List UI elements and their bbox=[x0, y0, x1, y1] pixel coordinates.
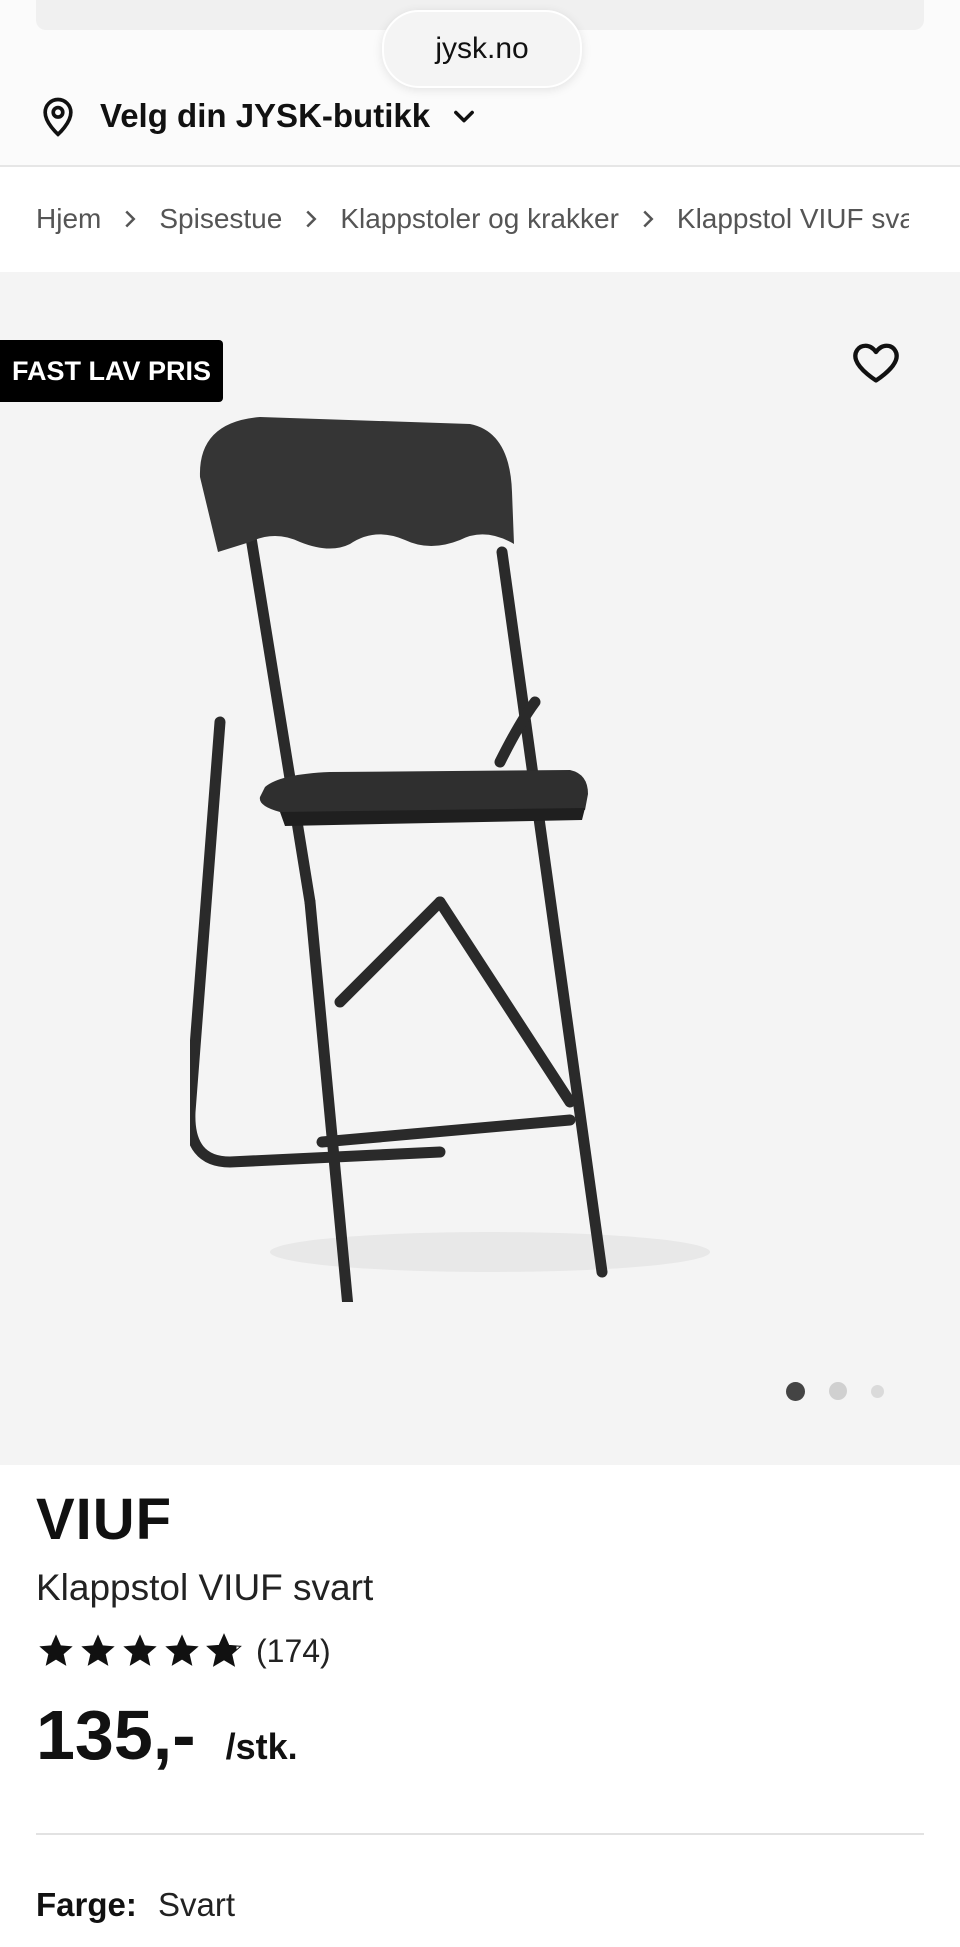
breadcrumb-item-current: Klappstol VIUF svart bbox=[676, 203, 909, 234]
map-pin-icon bbox=[43, 97, 73, 137]
product-image bbox=[190, 417, 710, 1302]
product-gallery[interactable]: FAST LAV PRIS bbox=[0, 272, 960, 1465]
color-value: Svart bbox=[158, 1886, 236, 1923]
store-selector-label: Velg din JYSK-butikk bbox=[100, 97, 431, 134]
chevron-right-icon bbox=[125, 210, 136, 228]
color-option: Farge: Svart bbox=[36, 1886, 235, 1924]
star-icon bbox=[123, 1634, 157, 1666]
star-icon bbox=[81, 1634, 115, 1666]
price-badge: FAST LAV PRIS bbox=[0, 340, 223, 402]
top-header: jysk.no Velg din JYSK-butikk bbox=[0, 0, 960, 167]
carousel-dot-3[interactable] bbox=[871, 1384, 884, 1398]
url-pill[interactable]: jysk.no bbox=[382, 10, 582, 88]
breadcrumb-item-home[interactable]: Hjem bbox=[36, 203, 101, 235]
rating-stars bbox=[36, 1631, 246, 1671]
star-icon bbox=[165, 1634, 199, 1666]
product-price: 135,- /stk. bbox=[36, 1695, 298, 1775]
chevron-down-icon bbox=[454, 110, 474, 123]
price-unit: /stk. bbox=[225, 1726, 298, 1767]
price-amount: 135,- bbox=[36, 1696, 196, 1774]
product-name: Klappstol VIUF svart bbox=[36, 1567, 374, 1608]
breadcrumb-item-dining[interactable]: Spisestue bbox=[159, 203, 282, 235]
chevron-right-icon bbox=[306, 210, 317, 228]
store-selector[interactable]: Velg din JYSK-butikk bbox=[36, 88, 478, 144]
breadcrumb-item-folding-chairs[interactable]: Klappstoler og krakker bbox=[340, 203, 619, 235]
carousel-dot-1[interactable] bbox=[786, 1381, 805, 1401]
breadcrumb: Hjem Spisestue Klappstoler og krakker Kl… bbox=[36, 190, 924, 248]
star-icon bbox=[206, 1633, 242, 1667]
product-brand: VIUF bbox=[36, 1487, 173, 1552]
carousel-indicator bbox=[786, 1376, 908, 1406]
rating-count: (174) bbox=[256, 1632, 331, 1669]
product-rating[interactable]: (174) bbox=[36, 1628, 331, 1674]
color-label: Farge: bbox=[36, 1886, 137, 1923]
star-icon bbox=[39, 1634, 73, 1666]
chevron-right-icon bbox=[643, 210, 654, 228]
divider bbox=[36, 1833, 924, 1835]
carousel-dot-2[interactable] bbox=[829, 1382, 847, 1400]
heart-icon[interactable] bbox=[850, 336, 902, 388]
